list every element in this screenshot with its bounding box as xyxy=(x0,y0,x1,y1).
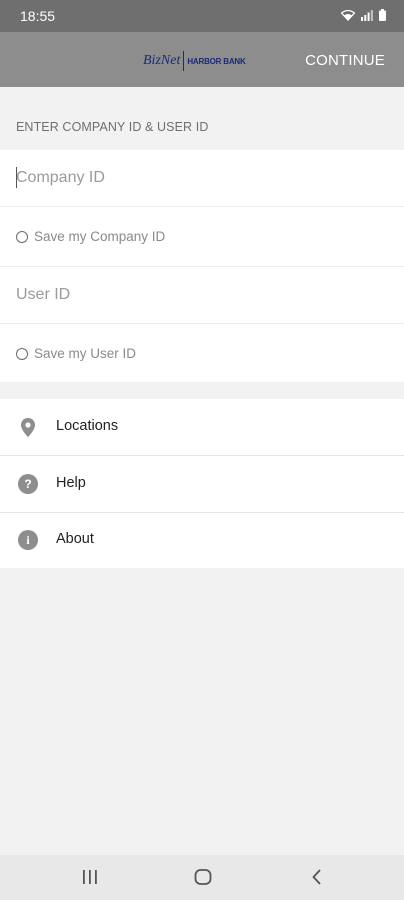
login-form: Company ID Save my Company ID User ID Sa… xyxy=(0,150,404,382)
logo-separator xyxy=(183,51,185,71)
menu-item-help[interactable]: ? Help xyxy=(0,456,404,512)
company-id-input[interactable]: Company ID xyxy=(16,169,105,187)
signal-icon xyxy=(361,10,373,21)
biznet-harbor-bank-logo: BizNet HARBOR BANK xyxy=(143,50,246,72)
status-bar: 18:55 xyxy=(0,0,404,32)
user-id-input[interactable]: User ID xyxy=(16,286,70,304)
user-id-row: User ID xyxy=(0,267,404,324)
save-company-label: Save my Company ID xyxy=(34,229,166,244)
home-icon[interactable] xyxy=(194,868,212,886)
menu-label-locations: Locations xyxy=(56,418,119,434)
section-header: ENTER COMPANY ID & USER ID xyxy=(16,120,209,134)
menu-item-locations[interactable]: Locations xyxy=(0,399,404,455)
menu-item-about[interactable]: i About xyxy=(0,512,404,568)
menu-label-help: Help xyxy=(56,475,86,491)
save-user-radio-icon[interactable] xyxy=(16,347,28,360)
logo-bank-text: HARBOR BANK xyxy=(187,56,246,66)
menu-list: Locations ? Help i About xyxy=(0,399,404,568)
save-user-checkbox[interactable]: Save my User ID xyxy=(16,346,136,361)
help-icon: ? xyxy=(18,473,38,495)
save-user-row: Save my User ID xyxy=(0,324,404,382)
logo-biznet-text: BizNet xyxy=(143,53,181,68)
continue-button[interactable]: CONTINUE xyxy=(305,52,385,69)
save-user-label: Save my User ID xyxy=(34,346,137,361)
company-id-row: Company ID xyxy=(0,150,404,207)
location-pin-icon xyxy=(18,416,38,438)
status-time: 18:55 xyxy=(20,8,56,24)
save-company-radio-icon[interactable] xyxy=(16,230,28,243)
status-icons xyxy=(341,9,386,21)
back-icon[interactable] xyxy=(311,868,323,886)
text-caret xyxy=(16,167,17,188)
menu-label-about: About xyxy=(56,531,94,547)
system-nav-bar xyxy=(0,855,404,900)
app-bar: BizNet HARBOR BANK CONTINUE xyxy=(0,32,404,87)
recent-apps-icon[interactable] xyxy=(82,868,98,886)
battery-icon xyxy=(379,9,386,21)
save-company-row: Save my Company ID xyxy=(0,207,404,267)
save-company-checkbox[interactable]: Save my Company ID xyxy=(16,229,165,244)
wifi-icon xyxy=(341,10,355,21)
info-icon: i xyxy=(18,529,38,551)
